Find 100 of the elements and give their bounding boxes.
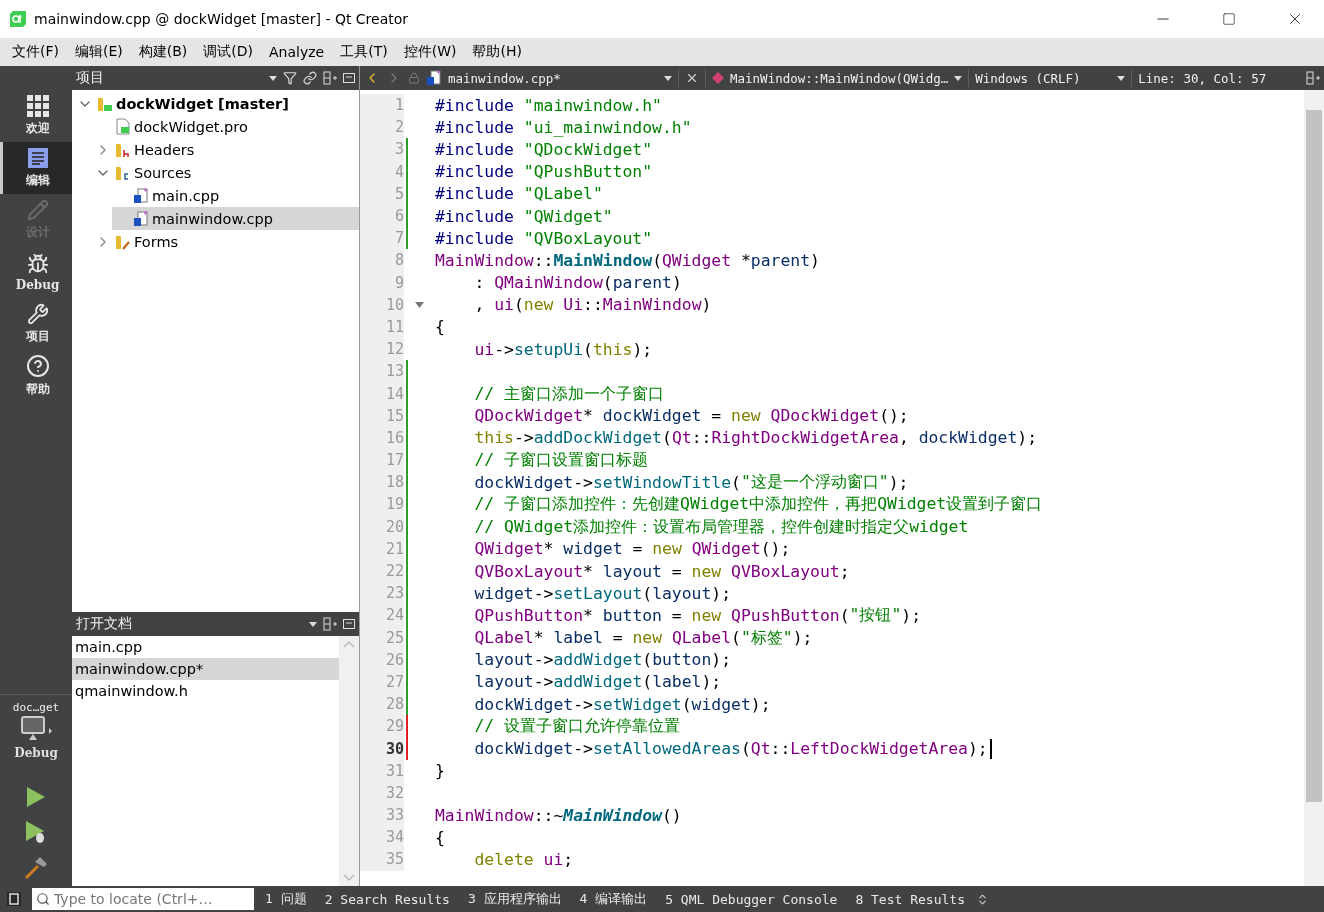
line-number: 28 (360, 693, 404, 716)
menu-item[interactable]: 控件(W) (395, 43, 465, 61)
fold-arrow-icon[interactable] (414, 301, 424, 308)
line-number: 32 (360, 781, 404, 804)
text-cursor (989, 738, 992, 759)
filter-icon[interactable] (283, 71, 297, 85)
output-tab[interactable]: 5 QML Debugger Console (658, 891, 845, 907)
sidebar-toggle-icon[interactable] (6, 891, 22, 907)
menu-item[interactable]: 调试(D) (195, 43, 261, 61)
menu-item[interactable]: 文件(F) (4, 43, 67, 61)
tree-item[interactable]: Sources (94, 161, 359, 184)
line-number: 26 (360, 648, 404, 671)
output-tab[interactable]: 4 编译输出 (572, 890, 655, 908)
cpp-file-icon (426, 70, 442, 86)
code-line: dockWidget->setWidget(widget); (473, 694, 771, 714)
tree-item[interactable]: Forms (94, 230, 359, 253)
dropdown-arrow-icon[interactable] (1117, 75, 1126, 81)
mode-button[interactable]: 项目 (0, 298, 72, 350)
hammer-icon[interactable] (24, 856, 48, 880)
folder-icon (115, 141, 131, 158)
tree-item[interactable]: Headers (94, 138, 359, 161)
dropdown-arrow-icon[interactable] (664, 75, 672, 81)
code-line: // 子窗口设置窗口标题 (473, 449, 649, 472)
mode-button[interactable]: 编辑 (0, 142, 72, 194)
code-line: { (435, 827, 445, 847)
menu-item[interactable]: 构建(B) (130, 43, 196, 61)
document-icon (26, 147, 49, 169)
code-line: #include "QPushButton" (435, 162, 653, 182)
cursor-position[interactable]: Line: 30, Col: 57 (1138, 70, 1300, 86)
help-icon (25, 354, 50, 378)
code-line: #include "QDockWidget" (435, 139, 653, 159)
document-item[interactable]: main.cpp (72, 636, 339, 658)
code-line: // 子窗口添加控件：先创建QWidget中添加控件，再把QWidget设置到子窗口 (473, 493, 1043, 516)
code-line: dockWidget->setWindowTitle("这是一个浮动窗口"); (473, 471, 909, 494)
menu-item[interactable]: 帮助(H) (464, 43, 530, 61)
output-tab[interactable]: 3 应用程序输出 (460, 890, 569, 908)
code-line: // 设置子窗口允许停靠位置 (473, 715, 681, 738)
menu-item[interactable]: Analyze (261, 44, 333, 60)
pane-header: 打开文档 (72, 612, 359, 636)
close-pane-icon[interactable] (343, 618, 355, 630)
mode-button[interactable]: 帮助 (0, 350, 72, 402)
tree-item[interactable]: dockWidget.pro (94, 115, 359, 138)
line-number: 3 (360, 138, 404, 161)
close-file-icon[interactable] (685, 71, 699, 85)
line-number: 30 (360, 737, 404, 760)
scrollbar[interactable] (1304, 90, 1324, 886)
code-line: this->addDockWidget(Qt::RightDockWidgetArea, dockWidget); (473, 428, 1038, 448)
tree-item[interactable]: dockWidget [master] (76, 92, 359, 115)
locator-field[interactable]: Type to locate (Ctrl+… (32, 888, 254, 910)
dropdown-arrow-icon[interactable] (269, 75, 277, 81)
run-icon[interactable] (26, 786, 46, 808)
tree-item[interactable]: mainwindow.cpp (112, 207, 359, 230)
output-tab[interactable]: 1 问题 (258, 890, 314, 908)
code-line: #include "ui_mainwindow.h" (435, 117, 692, 137)
document-item[interactable]: qmainwindow.h (72, 680, 339, 702)
line-number: 31 (360, 759, 404, 782)
symbol-selector[interactable]: MainWindow::MainWindow(QWidg… (730, 70, 949, 86)
file-selector[interactable]: mainwindow.cpp* (448, 70, 658, 86)
split-icon[interactable] (323, 617, 337, 631)
tree-item[interactable]: main.cpp (112, 184, 359, 207)
code-line: // QWidget添加控件：设置布局管理器，控件创建时指定父widget (473, 515, 969, 538)
close-pane-icon[interactable] (343, 72, 355, 84)
dropdown-arrow-icon[interactable] (954, 75, 963, 81)
output-tab[interactable]: 2 Search Results (317, 891, 457, 907)
code-line: QDockWidget* dockWidget = new QDockWidget(); (473, 406, 909, 426)
code-line: } (435, 761, 445, 781)
split-icon[interactable] (1306, 71, 1320, 85)
split-icon[interactable] (323, 71, 337, 85)
line-number: 27 (360, 670, 404, 694)
maximize-icon[interactable] (1222, 12, 1236, 26)
code-line: { (435, 317, 445, 337)
output-tab[interactable]: 8 Test Results (848, 891, 972, 907)
code-line: MainWindow::~MainWindow() (435, 805, 682, 825)
code-line: QWidget* widget = new QWidget(); (473, 539, 791, 559)
cpp-file-icon (133, 187, 149, 204)
bug-icon (26, 252, 49, 275)
menu-item[interactable]: 工具(T) (332, 43, 396, 61)
debug-run-icon[interactable] (25, 820, 47, 844)
dropdown-arrow-icon[interactable] (309, 621, 317, 627)
document-item[interactable]: mainwindow.cpp* (72, 658, 339, 680)
line-number: 33 (360, 804, 404, 827)
line-number: 2 (360, 116, 404, 139)
project-file-icon (115, 118, 131, 135)
grid-icon (26, 95, 49, 117)
mode-button[interactable]: 欢迎 (0, 90, 72, 142)
link-icon[interactable] (303, 71, 317, 85)
line-number: 34 (360, 826, 404, 849)
menu-item[interactable]: 编辑(E) (67, 43, 131, 61)
line-number: 18 (360, 471, 404, 494)
pencil-icon (26, 199, 49, 221)
line-number: 21 (360, 537, 404, 560)
line-number: 23 (360, 582, 404, 605)
app-logo-icon (10, 11, 26, 27)
code-line: widget->setLayout(layout); (473, 583, 732, 603)
line-number: 10 (360, 293, 404, 316)
line-endings-selector[interactable]: Windows (CRLF) (975, 70, 1112, 86)
cpp-file-icon (133, 210, 149, 227)
mode-button[interactable]: Debug (0, 246, 72, 298)
line-number: 6 (360, 204, 404, 228)
line-number: 22 (360, 559, 404, 583)
